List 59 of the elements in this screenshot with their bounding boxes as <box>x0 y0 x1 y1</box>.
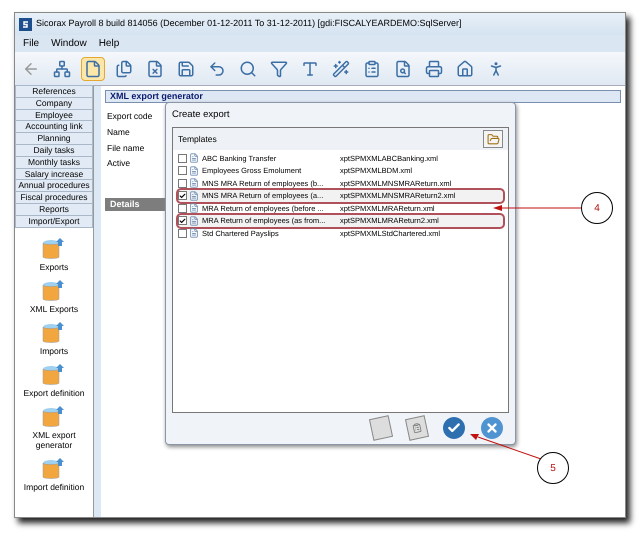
sidebar-section-button[interactable]: Planning <box>15 132 93 145</box>
callout-arrow <box>470 434 542 460</box>
sidebar-section-button[interactable]: Reports <box>15 202 93 216</box>
group-title: Templates <box>178 132 217 146</box>
sidebar-section-button[interactable]: Daily tasks <box>15 144 93 157</box>
sidebar-section-button[interactable]: Monthly tasks <box>15 156 93 169</box>
sidebar-section-button[interactable]: Fiscal procedures <box>15 191 93 204</box>
dialog-title: Create export <box>172 108 230 122</box>
menu-item[interactable]: File <box>23 36 40 51</box>
database-icon <box>42 404 66 430</box>
document-icon <box>189 228 199 238</box>
document-icon <box>189 166 199 176</box>
sidebar-section-button[interactable]: Import/Export <box>15 214 93 228</box>
close-icon <box>485 421 499 435</box>
ok-button[interactable] <box>443 417 465 439</box>
database-icon <box>42 456 66 482</box>
app-logo-icon <box>19 18 32 30</box>
sidebar-tool-label[interactable]: XML export generator <box>16 430 92 450</box>
sidebar-tool-label[interactable]: Export definition <box>16 388 92 398</box>
database-icon <box>42 320 66 346</box>
sidebar-section-button[interactable]: Accounting link <box>15 120 93 134</box>
field-label: Active <box>107 157 130 170</box>
checkbox[interactable] <box>178 178 187 188</box>
field-label: Export code <box>107 110 152 123</box>
cancel-button[interactable] <box>481 417 503 439</box>
sidebar-tool-label[interactable]: Exports <box>16 262 92 272</box>
sidebar-section-button[interactable]: References <box>15 85 93 98</box>
field-label: File name <box>107 142 144 154</box>
open-folder-button[interactable] <box>483 130 503 148</box>
sidebar-section-button[interactable]: Annual procedures <box>15 179 93 192</box>
list-page-button[interactable] <box>404 415 430 441</box>
checkbox[interactable] <box>178 216 187 226</box>
checkbox[interactable] <box>178 204 187 213</box>
menu-item[interactable]: Window <box>51 36 87 51</box>
checkbox[interactable] <box>178 228 187 238</box>
check-icon <box>447 421 461 435</box>
document-icon <box>189 153 199 164</box>
database-icon <box>42 278 66 304</box>
sidebar-tool-label[interactable]: Import definition <box>16 482 92 492</box>
blank-page-button[interactable] <box>368 415 394 441</box>
sidebar-tool-label[interactable]: XML Exports <box>16 304 92 314</box>
window-title: Sicorax Payroll 8 build 814056 (December 01-12-2011 To 31-12-2011) [gdi:FISCALYEARDEMO:SqlServer] <box>36 17 462 30</box>
list-icon <box>411 422 423 434</box>
menu-item[interactable]: Help <box>98 36 120 51</box>
document-icon <box>189 178 199 188</box>
checkbox[interactable] <box>178 154 187 163</box>
document-icon <box>189 216 199 226</box>
database-icon <box>42 362 66 388</box>
document-icon[interactable] <box>81 56 105 80</box>
database-icon <box>42 236 66 262</box>
checkbox[interactable] <box>178 166 187 176</box>
sidebar-section-button[interactable]: Company <box>15 96 93 110</box>
document-icon <box>189 203 199 214</box>
folder-icon <box>486 132 500 146</box>
sidebar-tool-label[interactable]: Imports <box>16 346 92 356</box>
checkbox[interactable] <box>178 191 187 200</box>
field-label: Name <box>107 126 130 138</box>
panel-header: XML export generator <box>105 90 621 103</box>
document-icon <box>189 190 199 201</box>
